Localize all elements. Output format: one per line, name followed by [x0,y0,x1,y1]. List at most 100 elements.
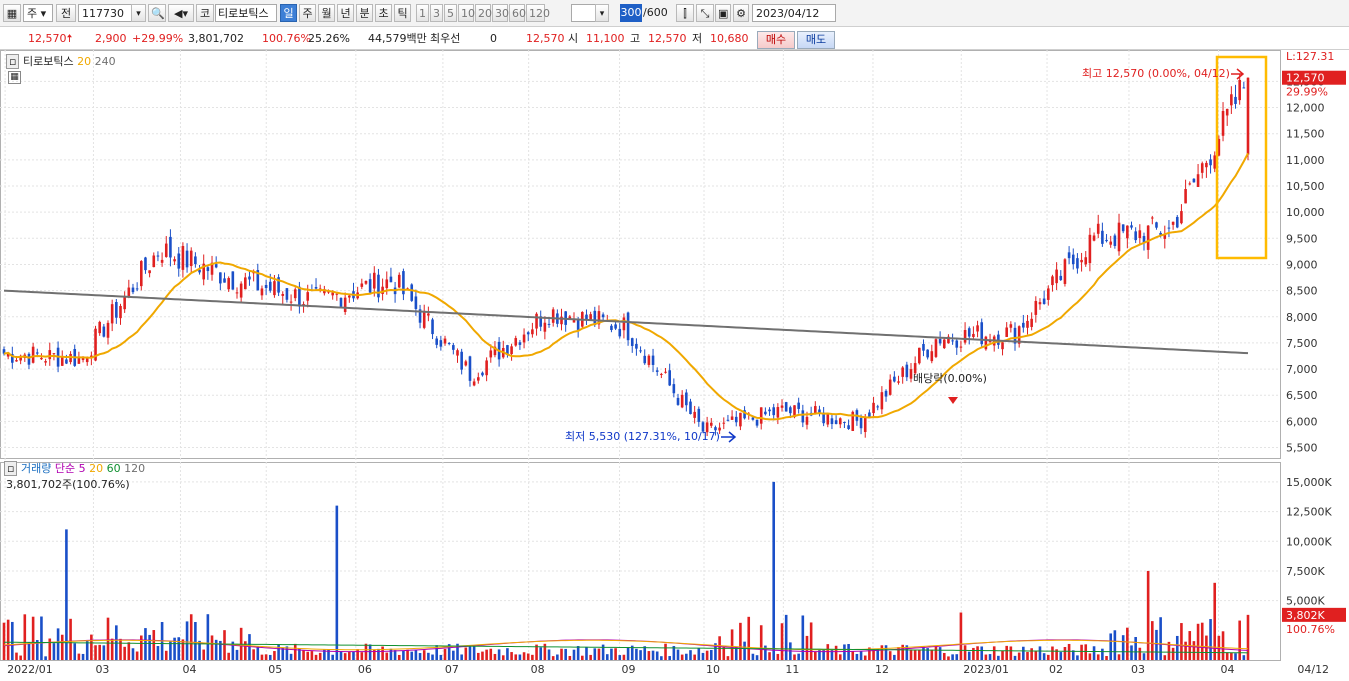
code-dropdown-icon[interactable]: ▾ [131,4,146,22]
prev-button[interactable]: 전 [56,4,76,22]
volume-bar [660,656,663,660]
interval-button-30[interactable]: 30 [492,4,509,22]
date-input[interactable]: 2023/04/12 [752,4,836,22]
buy-button[interactable]: 매수 [757,31,795,49]
highlight-box [1215,55,1268,260]
period-button-3[interactable]: 년 [337,4,354,22]
volume-bar [801,615,805,660]
volume-bar [268,654,272,660]
volume-bar [356,649,359,660]
search-icon[interactable]: 🔍 [148,4,166,22]
volume-bar [888,651,892,660]
volume-bar [506,648,509,660]
interval-button-10[interactable]: 10 [458,4,475,22]
code-prefix-button[interactable]: 코 [196,4,214,22]
count-input[interactable]: 300 [620,4,642,22]
volume-bar [859,651,863,660]
interval-dropdown-icon[interactable]: ▾ [595,4,609,22]
volume-tick-label: 12,500K [1286,506,1332,519]
chart-svg[interactable]: 12,50012,00011,50011,00010,50010,0009,50… [0,50,1349,678]
volume-bar [306,651,310,660]
interval-button-3[interactable]: 3 [430,4,443,22]
candle-body [1109,241,1113,245]
candle-body [1088,234,1092,264]
candle-body [676,397,680,405]
volume-bar [647,651,651,660]
candle-body [1155,222,1158,228]
volume-bar [1067,643,1071,660]
candle-body [709,422,713,426]
volume-bar [52,643,56,660]
volume-bar [489,648,493,660]
period-button-2[interactable]: 월 [318,4,335,22]
settings-gear-icon[interactable]: ⚙ [733,4,749,22]
candle-body [235,292,239,294]
candle-type-icon[interactable]: ⫿ [676,4,694,22]
open-price: 11,100 [586,32,625,45]
candle-body [880,392,884,410]
candle-body [622,317,626,331]
candle-body [298,286,301,307]
volume-bar [701,652,705,660]
data-table-icon[interactable]: ▦ [8,71,21,84]
volume-bar [389,648,393,660]
candle-body [984,336,988,350]
period-button-4[interactable]: 분 [356,4,373,22]
volume-bar [772,481,775,660]
volume-bar [955,654,959,660]
volume-bar [1126,627,1129,660]
candle-body [1067,252,1071,259]
volume-bar [431,654,434,660]
high-annotation: 최고 12,570 (0.00%, 04/12) [1082,67,1230,80]
interval-button-5[interactable]: 5 [444,4,457,22]
candle-body [1230,94,1233,106]
drawing-tool-icon[interactable]: ⤡ [696,4,714,22]
interval-button-1[interactable]: 1 [416,4,429,22]
save-icon[interactable]: ▣ [715,4,731,22]
volume-bar [235,649,239,660]
period-button-5[interactable]: 초 [375,4,392,22]
sell-button[interactable]: 매도 [797,31,835,49]
candle-body [1022,322,1025,328]
candle-body [697,408,701,422]
interval-button-20[interactable]: 20 [475,4,492,22]
volume-bar [1175,635,1179,660]
volume-bar [934,646,938,660]
period-button-1[interactable]: 주 [299,4,316,22]
legend-toggle-icon[interactable]: ▫ [6,54,20,69]
candle-body [610,325,613,331]
candle-body [1071,254,1075,265]
time-tick-label: 04 [1221,663,1235,676]
interval-button-120[interactable]: 120 [526,4,550,22]
candle-body [1221,110,1225,136]
candle-body [273,281,276,296]
volume-bar [48,638,52,660]
candle-body [227,278,230,290]
interval-button-60[interactable]: 60 [509,4,526,22]
period-button-0[interactable]: 일 [280,4,297,22]
candle-body [868,412,871,417]
candle-body [427,313,430,316]
volume-bar [194,622,197,660]
candle-body [635,343,638,349]
chart-area[interactable]: 12,50012,00011,50011,00010,50010,0009,50… [0,50,1349,678]
candle-body [139,261,143,287]
volume-bar [1092,646,1096,660]
speaker-icon[interactable]: ◀▾ [168,4,194,22]
time-tick-label: 05 [268,663,282,676]
candle-body [859,417,863,429]
volume-bar [169,641,172,660]
candle-body [410,284,414,301]
volume-bar [651,650,655,660]
market-select[interactable]: 주 ▾ [23,4,53,22]
period-button-6[interactable]: 틱 [394,4,411,22]
volume-bar [776,653,780,660]
volume-bar [127,642,131,660]
volume-toggle-icon[interactable]: ▫ [4,461,18,476]
time-tick-label: 04/12 [1297,663,1329,676]
menu-icon[interactable]: ▦ [3,4,21,22]
candle-body [601,314,605,318]
candle-body [1171,221,1175,225]
time-tick-label: 08 [531,663,545,676]
volume-bar [581,655,584,660]
